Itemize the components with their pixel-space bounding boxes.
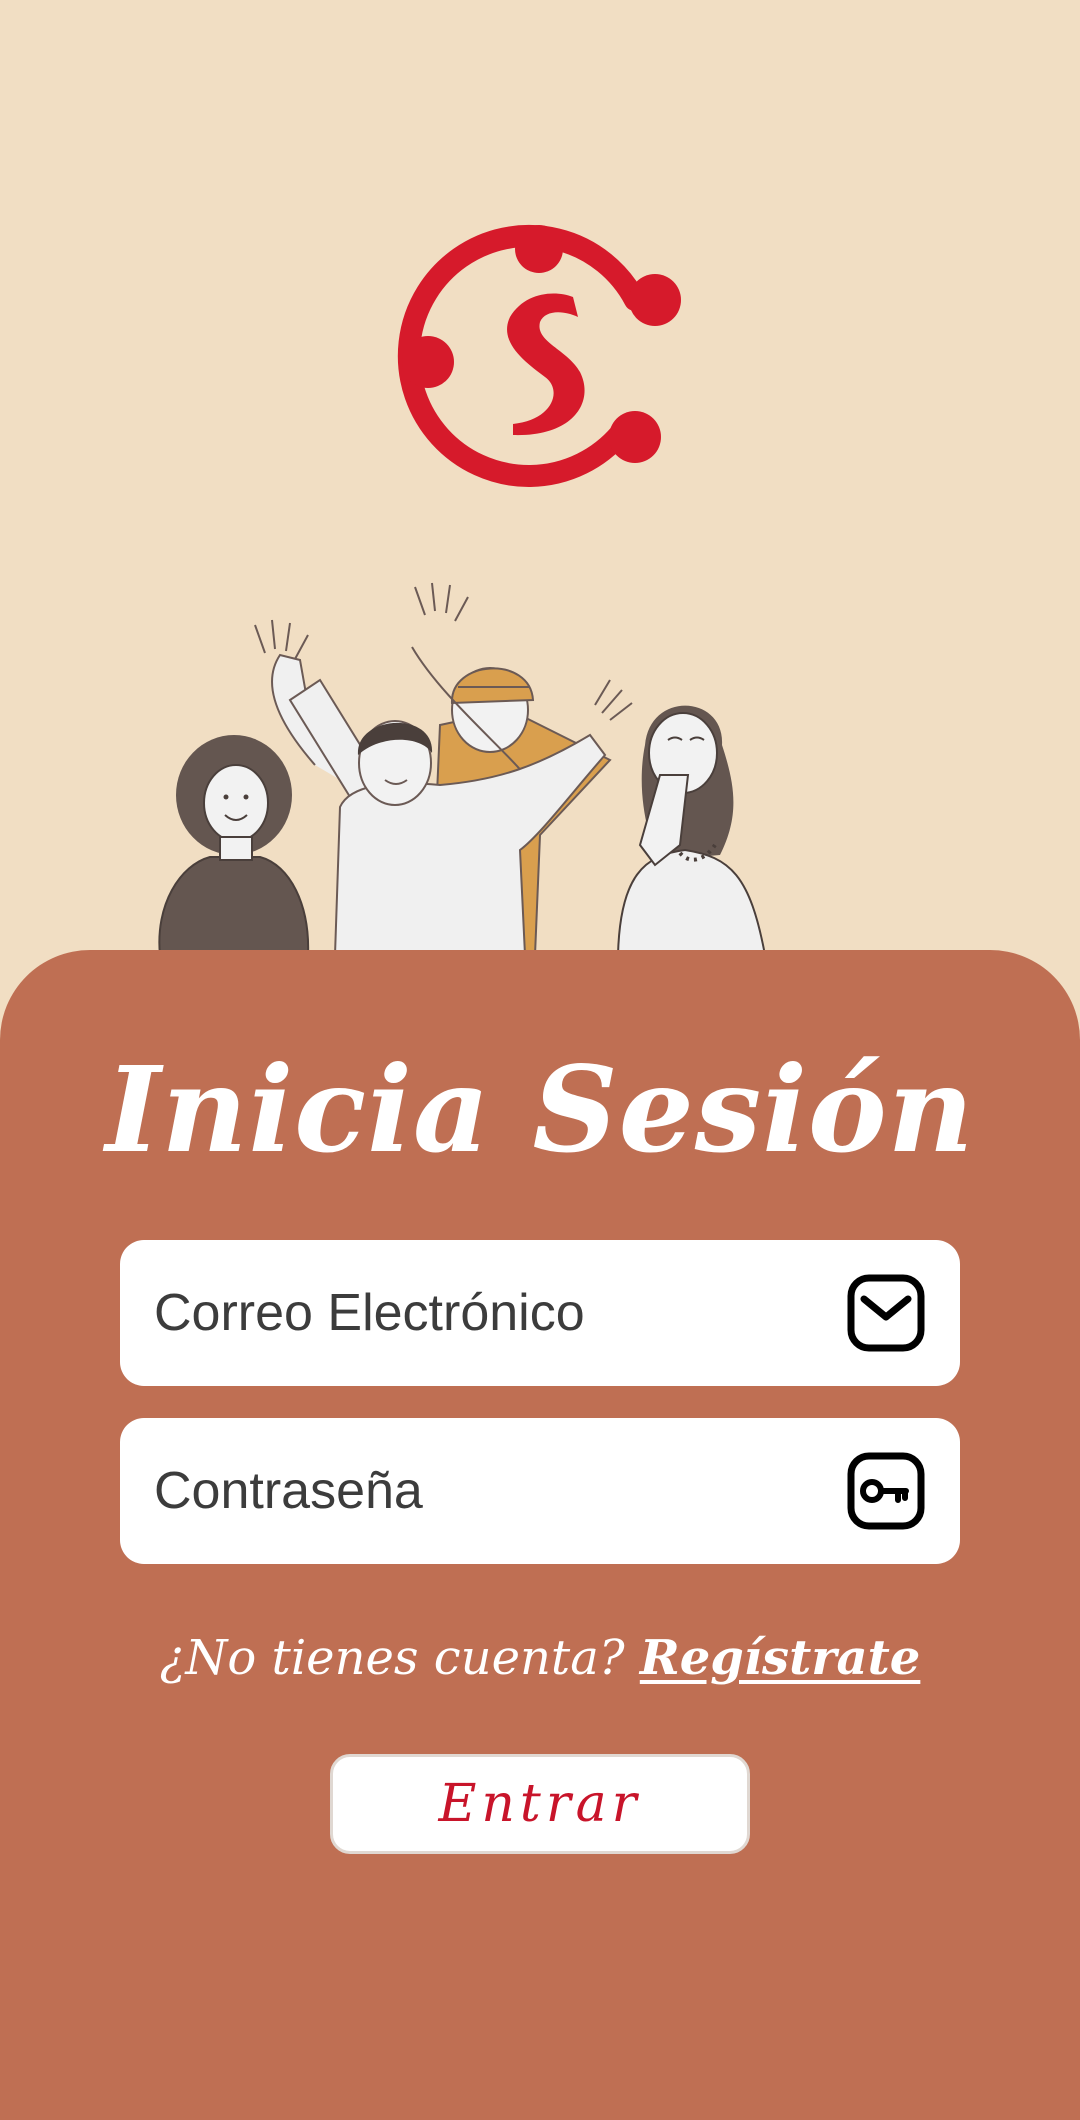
no-account-text: ¿No tienes cuenta?	[159, 1630, 625, 1686]
email-input[interactable]	[154, 1283, 846, 1343]
register-prompt: ¿No tienes cuenta? Regístrate	[0, 1628, 1080, 1688]
register-link[interactable]: Regístrate	[640, 1630, 921, 1686]
password-field[interactable]	[120, 1418, 960, 1564]
app-logo	[397, 224, 681, 487]
page-title: Inicia Sesión	[105, 1040, 975, 1179]
mail-icon	[847, 1274, 925, 1352]
password-input[interactable]	[154, 1461, 846, 1521]
email-field[interactable]	[120, 1240, 960, 1386]
people-illustration	[158, 582, 767, 955]
key-icon	[847, 1452, 925, 1530]
login-screen: Inicia Sesión ¿No tienes cuenta? Regístr…	[0, 0, 1080, 2120]
enter-button[interactable]: Entrar	[330, 1754, 750, 1854]
